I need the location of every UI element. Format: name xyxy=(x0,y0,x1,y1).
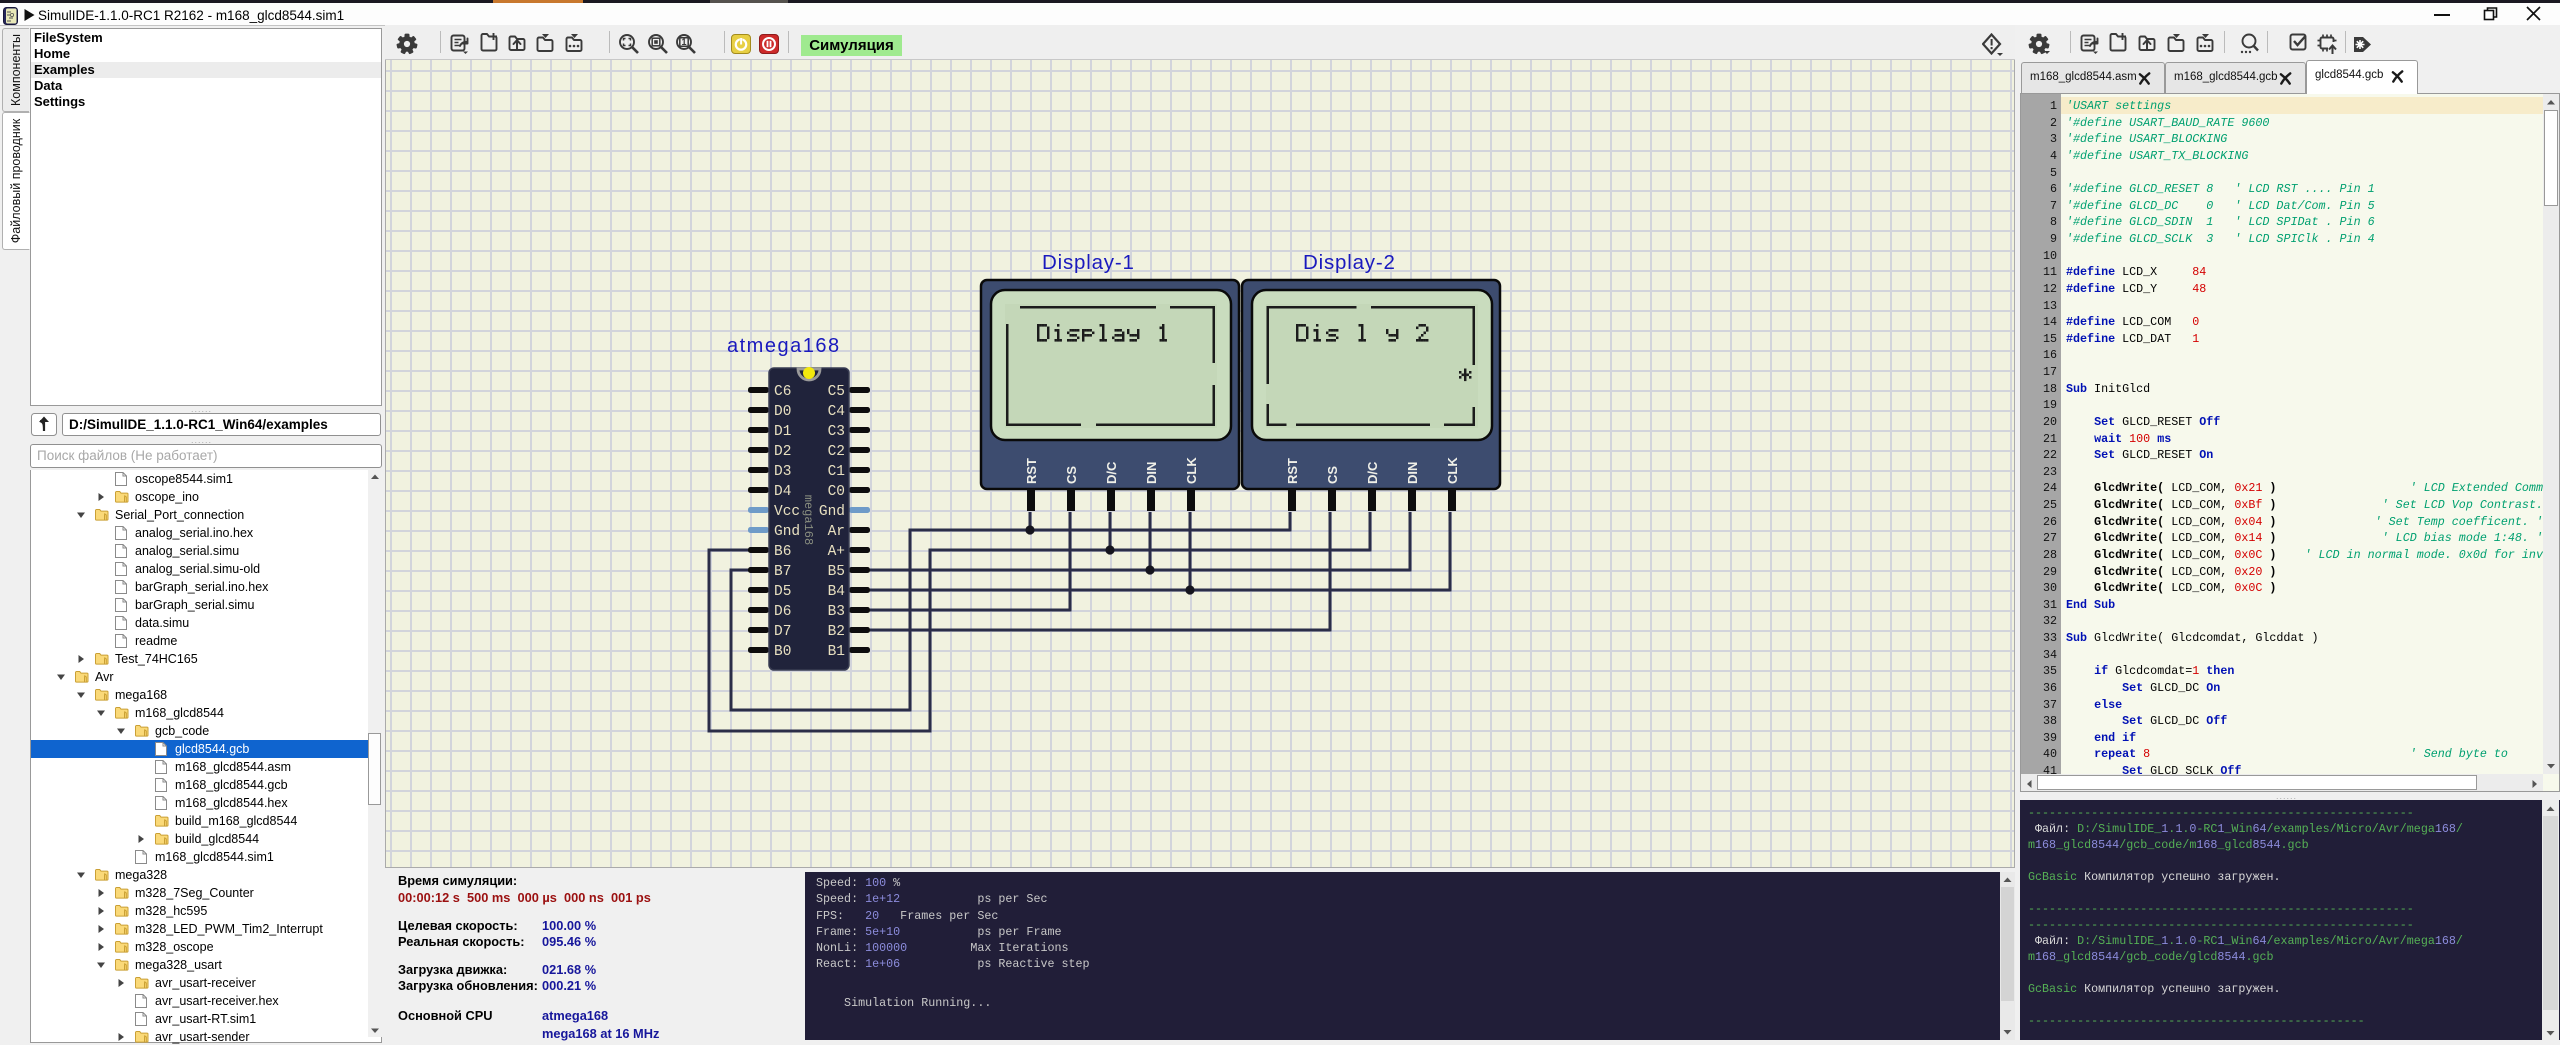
svg-text:RST: RST xyxy=(1285,458,1300,484)
svg-text:Display-1: Display-1 xyxy=(1042,251,1135,274)
svg-text:D5: D5 xyxy=(774,584,791,600)
svg-text:D/C: D/C xyxy=(1365,461,1380,484)
svg-text:D/C: D/C xyxy=(1104,461,1119,484)
svg-text:DIN: DIN xyxy=(1144,462,1159,484)
svg-text:B3: B3 xyxy=(828,604,845,620)
svg-text:CS: CS xyxy=(1325,466,1340,484)
svg-text:Display-2: Display-2 xyxy=(1303,251,1396,274)
svg-text:A+: A+ xyxy=(828,544,845,560)
svg-text:CS: CS xyxy=(1064,466,1079,484)
svg-text:D2: D2 xyxy=(774,444,791,460)
svg-text:Gnd: Gnd xyxy=(774,524,800,540)
svg-text:C0: C0 xyxy=(828,484,845,500)
svg-text:C1: C1 xyxy=(828,464,845,480)
svg-text:Vcc: Vcc xyxy=(774,504,800,520)
svg-text:CLK: CLK xyxy=(1445,457,1460,484)
svg-text:D6: D6 xyxy=(774,604,791,620)
svg-text:1: 1 xyxy=(681,37,686,47)
svg-text:B7: B7 xyxy=(774,564,791,580)
svg-text:D1: D1 xyxy=(774,424,791,440)
svg-text:C2: C2 xyxy=(828,444,845,460)
svg-text:B0: B0 xyxy=(774,644,791,660)
svg-text:DIN: DIN xyxy=(1405,462,1420,484)
svg-text:atmega168: atmega168 xyxy=(727,335,841,357)
svg-text:D3: D3 xyxy=(774,464,791,480)
svg-text:B4: B4 xyxy=(828,584,845,600)
svg-text:B6: B6 xyxy=(774,544,791,560)
svg-text:D7: D7 xyxy=(774,624,791,640)
svg-text:C3: C3 xyxy=(828,424,845,440)
svg-text:C5: C5 xyxy=(828,384,845,400)
svg-text:mega168: mega168 xyxy=(801,495,815,545)
svg-text:C4: C4 xyxy=(828,404,845,420)
svg-text:D4: D4 xyxy=(774,484,791,500)
svg-text:B1: B1 xyxy=(828,644,845,660)
svg-text:B2: B2 xyxy=(828,624,845,640)
svg-text:B5: B5 xyxy=(828,564,845,580)
svg-text:D0: D0 xyxy=(774,404,791,420)
svg-text:RST: RST xyxy=(1024,458,1039,484)
svg-text:Gnd: Gnd xyxy=(819,504,845,520)
svg-text:Ar: Ar xyxy=(828,524,845,540)
svg-text:CLK: CLK xyxy=(1184,457,1199,484)
svg-text:C6: C6 xyxy=(774,384,791,400)
